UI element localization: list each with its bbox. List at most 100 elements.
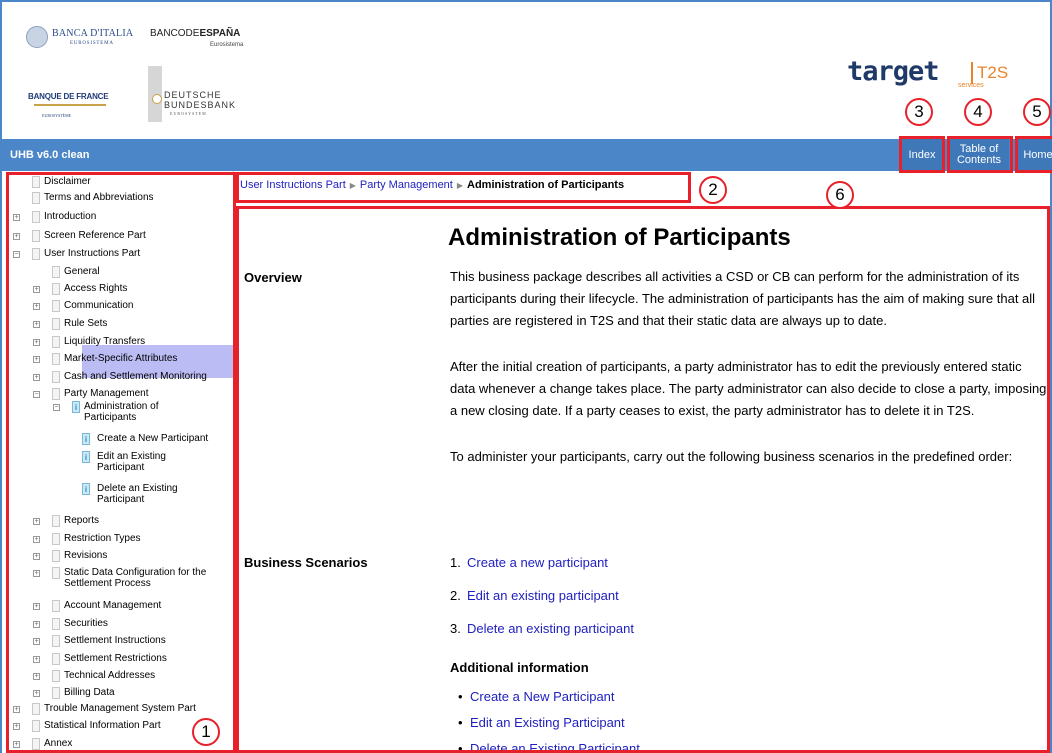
sidebar-tree-item[interactable]: + Restriction Types (2, 533, 232, 546)
expand-icon[interactable]: + (33, 673, 40, 680)
callout-marker: 5 (1023, 98, 1051, 126)
divider (234, 208, 1050, 209)
sidebar-tree-item[interactable]: + Static Data Configuration for the Settle… (2, 567, 232, 589)
expand-icon[interactable]: + (33, 603, 40, 610)
overview-paragraph: This business package describes all acti… (450, 269, 1036, 328)
page-icon (52, 353, 60, 365)
page-icon (32, 248, 40, 260)
info-page-icon: i (72, 401, 80, 413)
expand-icon[interactable]: + (13, 706, 20, 713)
expand-icon[interactable]: + (33, 339, 40, 346)
expand-icon[interactable]: + (33, 303, 40, 310)
expand-icon[interactable]: + (13, 723, 20, 730)
breadcrumb-link[interactable]: Party Management (360, 179, 453, 191)
sidebar-item-label: Settlement Instructions (64, 635, 166, 646)
sidebar-tree-item[interactable]: + Introduction (2, 211, 232, 224)
sidebar-tree-item[interactable]: Terms and Abbreviations (2, 192, 232, 205)
table-of-contents-button[interactable]: Table of Contents (949, 139, 1009, 171)
sidebar-item-label: Access Rights (64, 283, 128, 294)
info-page-icon: i (82, 451, 90, 463)
sidebar-tree-item[interactable]: + Access Rights (2, 283, 232, 296)
sidebar-tree-item[interactable]: − User Instructions Part (2, 248, 232, 261)
expand-icon[interactable]: + (33, 690, 40, 697)
breadcrumb-link[interactable]: User Instructions Part (240, 179, 346, 191)
page-title: Administration of Participants (448, 224, 791, 251)
scenario-link[interactable]: Edit an existing participant (467, 588, 619, 603)
sidebar-tree-item[interactable]: + Liquidity Transfers (2, 336, 232, 349)
expand-icon[interactable]: + (33, 570, 40, 577)
sidebar-tree-item[interactable]: + Revisions (2, 550, 232, 563)
sidebar-item-label: Static Data Configuration for the (64, 567, 207, 578)
additional-link[interactable]: Edit an Existing Participant (470, 715, 625, 730)
sidebar-tree-item[interactable]: i Edit an Existing Participant (2, 451, 232, 473)
sidebar-item-label: Create a New Participant (97, 433, 209, 444)
sidebar-tree-item[interactable]: + Settlement Instructions (2, 635, 232, 648)
sidebar-tree-item[interactable]: + Account Management (2, 600, 232, 613)
main-content: Administration of Participants Overview … (242, 212, 1050, 753)
breadcrumb-current: Administration of Participants (467, 179, 625, 191)
page-icon (52, 687, 60, 699)
sidebar-item-label: User Instructions Part (44, 248, 141, 259)
page-icon (52, 618, 60, 630)
sidebar-tree-item[interactable]: + Screen Reference Part (2, 230, 232, 243)
index-button[interactable]: Index (902, 139, 942, 171)
sidebar-tree-item[interactable]: + Billing Data (2, 687, 232, 700)
expand-icon[interactable]: + (33, 321, 40, 328)
page-icon (52, 283, 60, 295)
sidebar-tree-item[interactable]: i Create a New Participant (2, 433, 232, 446)
section-label-overview: Overview (244, 270, 302, 285)
sidebar-tree-item[interactable]: + Reports (2, 515, 232, 528)
expand-icon[interactable]: + (33, 553, 40, 560)
expand-icon[interactable]: + (33, 518, 40, 525)
page-icon (52, 567, 60, 579)
sidebar-tree-item[interactable]: + Cash and Settlement Monitoring (2, 371, 232, 384)
sidebar-item-label: General (64, 266, 100, 277)
page-icon (52, 266, 60, 278)
page-icon (52, 515, 60, 527)
expand-icon[interactable]: + (13, 214, 20, 221)
sidebar-tree-item[interactable]: General (2, 266, 232, 279)
sidebar-tree-item[interactable]: − Party Management (2, 388, 232, 401)
breadcrumb: User Instructions Part ▶ Party Management ▶… (240, 179, 624, 199)
sidebar-item-label: Liquidity Transfers (64, 336, 146, 347)
expand-icon[interactable]: + (13, 233, 20, 240)
sidebar-item-label: Communication (64, 300, 134, 311)
sidebar-tree-item[interactable]: + Settlement Restrictions (2, 653, 232, 666)
page-icon (32, 176, 40, 188)
sidebar-tree-item[interactable]: + Securities (2, 618, 232, 631)
scenario-link[interactable]: Create a new participant (467, 555, 608, 570)
scenario-link[interactable]: Delete an existing participant (467, 621, 634, 636)
expand-icon[interactable]: + (33, 638, 40, 645)
expand-icon[interactable]: + (33, 656, 40, 663)
page-icon (52, 318, 60, 330)
additional-link[interactable]: Delete an Existing Participant (470, 741, 640, 753)
expand-icon[interactable]: + (33, 374, 40, 381)
sidebar-item-label: Billing Data (64, 687, 115, 698)
collapse-icon[interactable]: − (33, 391, 40, 398)
collapse-icon[interactable]: − (53, 404, 60, 411)
sidebar-tree-item[interactable]: + Technical Addresses (2, 670, 232, 683)
callout-marker: 1 (192, 718, 220, 746)
sidebar-tree-item[interactable]: Disclaimer (2, 176, 232, 189)
expand-icon[interactable]: + (13, 741, 20, 748)
home-button[interactable]: Home (1018, 139, 1052, 171)
banque-france-logo: BANQUE DE FRANCE EUROSYSTÈME (28, 92, 109, 118)
sidebar-tree-item[interactable]: + Rule Sets (2, 318, 232, 331)
sidebar-tree-item[interactable]: + Market-Specific Attributes (2, 353, 232, 366)
title-bar: UHB v6.0 clean Index Table of Contents Ho… (2, 139, 1052, 171)
additional-link[interactable]: Create a New Participant (470, 689, 615, 704)
expand-icon[interactable]: + (33, 356, 40, 363)
expand-icon[interactable]: + (33, 621, 40, 628)
sidebar-item-label: Edit an Existing (97, 451, 166, 462)
info-page-icon: i (82, 433, 90, 445)
sidebar-item-label: Disclaimer (44, 176, 91, 187)
sidebar-tree[interactable]: Disclaimer Terms and Abbreviations + Introd… (2, 171, 234, 753)
expand-icon[interactable]: + (33, 536, 40, 543)
page-icon (52, 670, 60, 682)
collapse-icon[interactable]: − (13, 251, 20, 258)
sidebar-tree-item[interactable]: + Trouble Management System Part (2, 703, 232, 716)
expand-icon[interactable]: + (33, 286, 40, 293)
sidebar-tree-item[interactable]: − i Administration of Participants (2, 401, 232, 423)
sidebar-tree-item[interactable]: + Communication (2, 300, 232, 313)
sidebar-tree-item[interactable]: i Delete an Existing Participant (2, 483, 232, 505)
